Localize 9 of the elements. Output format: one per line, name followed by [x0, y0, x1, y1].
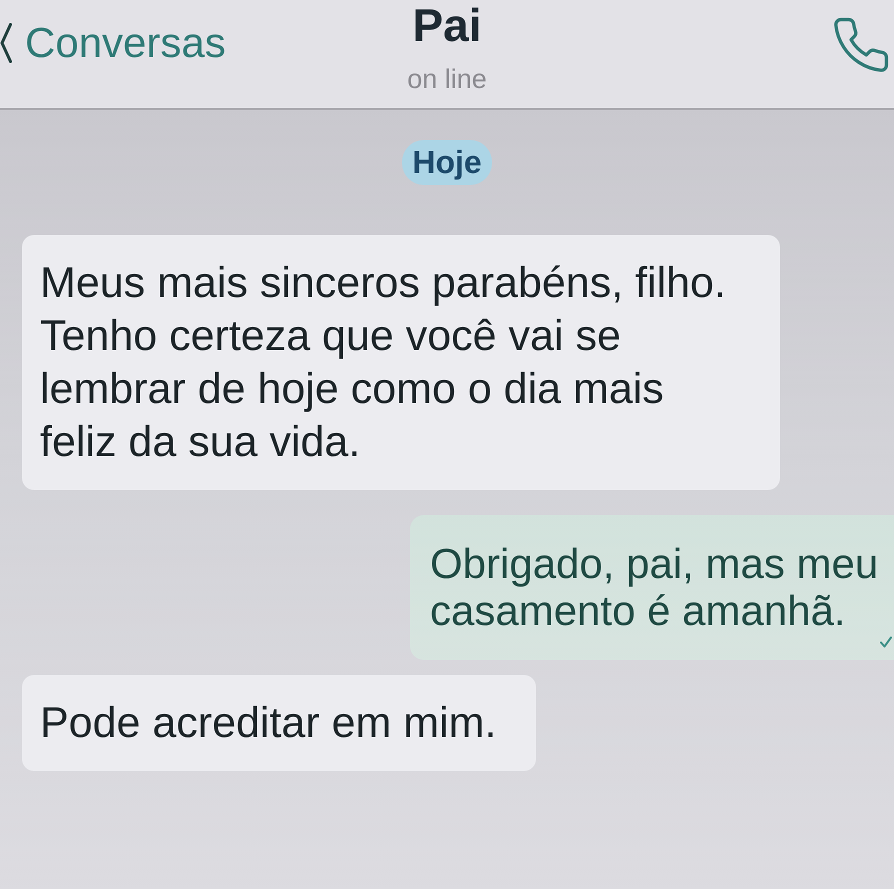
- back-link[interactable]: Conversas: [0, 22, 226, 64]
- message-text: Pode acreditar em mim.: [40, 698, 496, 749]
- message-text: Meus mais sinceros parabéns, filho. Tenho certeza que você vai se lembrar de hoje como o dia mais feliz da sua vida.: [40, 258, 727, 468]
- online-status: on line: [407, 66, 487, 93]
- phone-icon[interactable]: [832, 15, 890, 75]
- back-chevron-icon: [0, 23, 12, 63]
- contact-name: Pai: [412, 2, 482, 48]
- message-text: Obrigado, pai, mas meu casamento é amanhã.: [430, 540, 880, 634]
- date-badge: Hoje: [402, 140, 492, 185]
